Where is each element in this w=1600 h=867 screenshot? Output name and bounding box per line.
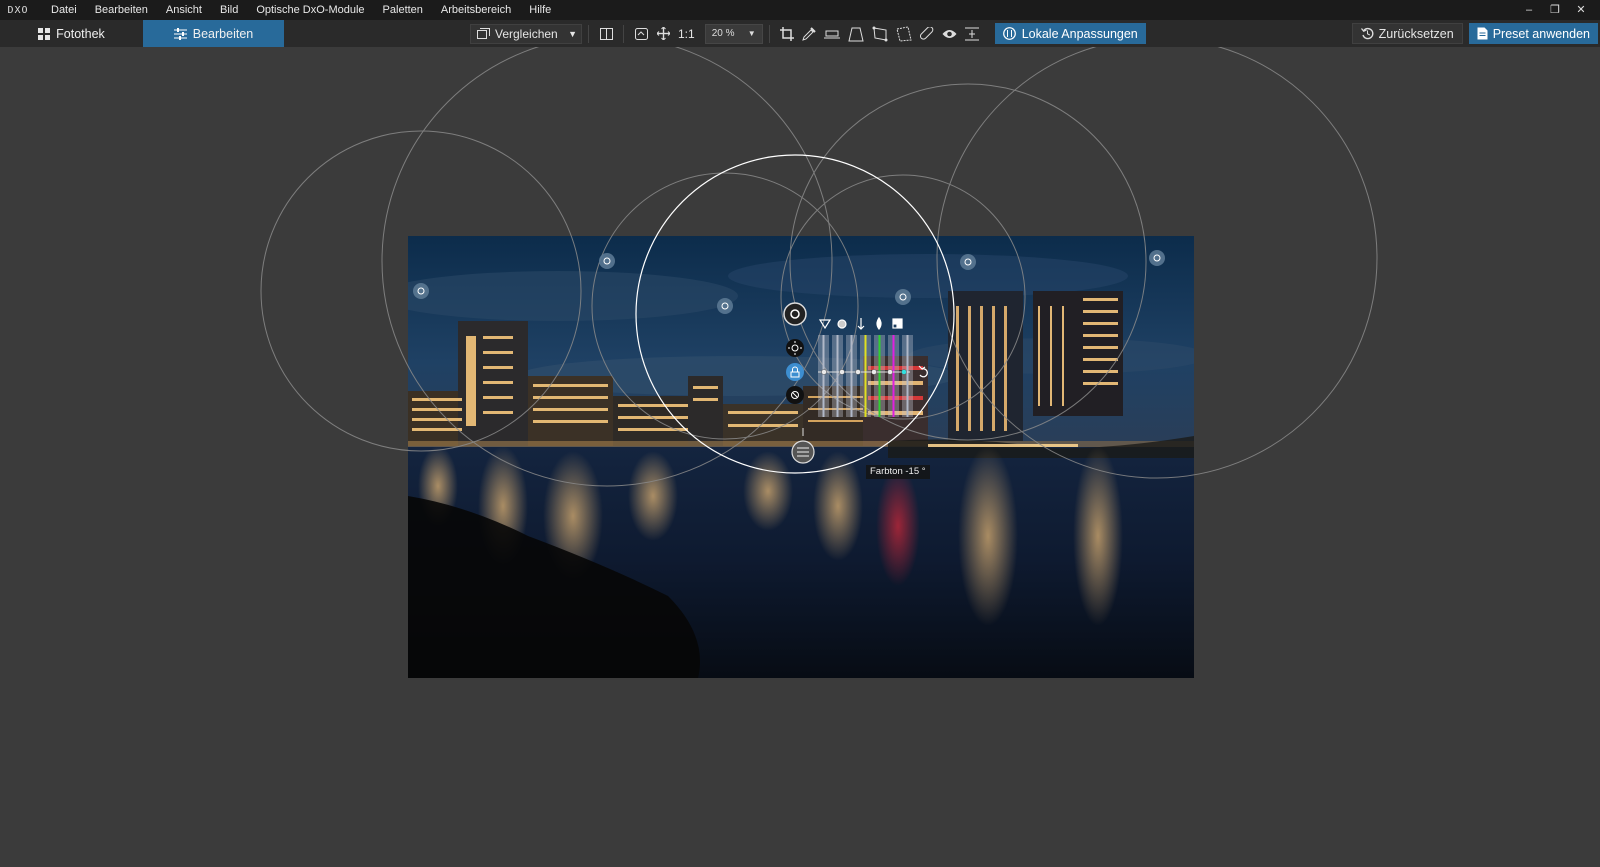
move-icon (656, 27, 670, 40)
eyedropper-tool-button[interactable] (798, 24, 820, 44)
zoom-value: 20 % (711, 28, 735, 39)
document-icon (1477, 27, 1488, 40)
local-adjustments-button[interactable]: Lokale Anpassungen (994, 23, 1146, 44)
menu-paletten[interactable]: Paletten (374, 0, 432, 20)
reset-button[interactable]: Zurücksetzen (1351, 23, 1463, 44)
eyedropper-icon (801, 26, 816, 41)
zoom-select[interactable]: 20 % ▼ (704, 23, 763, 44)
menu-bild[interactable]: Bild (211, 0, 247, 20)
grid-icon (38, 27, 51, 40)
local-adjustments-icon (1002, 27, 1016, 40)
apply-preset-button[interactable]: Preset anwenden (1468, 23, 1598, 44)
red-eye-tool-button[interactable] (938, 24, 961, 44)
compare-button[interactable]: Vergleichen ▼ (470, 23, 582, 44)
perspective-rect-icon (872, 26, 888, 41)
split-view-icon (599, 27, 613, 40)
menu-bearbeiten[interactable]: Bearbeiten (86, 0, 157, 20)
crop-tool-button[interactable] (776, 24, 798, 44)
split-view-button[interactable] (595, 24, 617, 44)
menu-optische-module[interactable]: Optische DxO-Module (247, 0, 373, 20)
horizon-icon (823, 30, 840, 38)
repair-tool-button[interactable] (916, 24, 938, 44)
crop-icon (779, 26, 794, 41)
tool-strip: Vergleichen ▼ 1:1 20 % ▼ Lokale Anpassun… (470, 20, 1146, 47)
pan-button[interactable] (652, 24, 674, 44)
tab-fotothek[interactable]: Fotothek (0, 20, 143, 47)
restore-button[interactable]: ❐ (1542, 0, 1568, 20)
separator (623, 24, 624, 43)
reset-label: Zurücksetzen (1378, 26, 1454, 41)
menu-bar: DXO Datei Bearbeiten Ansicht Bild Optisc… (0, 0, 1600, 20)
chevron-down-icon: ▼ (568, 28, 577, 39)
dxo-logo: DXO (7, 4, 29, 16)
separator (588, 24, 589, 43)
tab-fotothek-label: Fotothek (56, 26, 105, 41)
hue-tooltip: Farbton -15 ° (866, 465, 930, 479)
minimize-button[interactable]: – (1516, 0, 1542, 20)
close-button[interactable]: ✕ (1568, 0, 1594, 20)
local-adjustments-label: Lokale Anpassungen (1021, 26, 1138, 41)
zoom-100-button[interactable]: 1:1 (674, 24, 699, 44)
menu-ansicht[interactable]: Ansicht (157, 0, 211, 20)
menu-arbeitsbereich[interactable]: Arbeitsbereich (432, 0, 520, 20)
toolbar: Fotothek Bearbeiten Vergleichen ▼ 1:1 20… (0, 20, 1600, 47)
tab-bearbeiten[interactable]: Bearbeiten (143, 20, 284, 47)
fit-screen-button[interactable] (630, 24, 652, 44)
fit-screen-icon (634, 27, 648, 40)
perspective-rect-tool-button[interactable] (868, 24, 892, 44)
sliders-icon (173, 27, 187, 40)
window-controls: – ❐ ✕ (1516, 0, 1594, 20)
perspective-poly-icon (896, 25, 912, 42)
eye-icon (942, 29, 957, 38)
perspective-tool-button[interactable] (844, 24, 868, 44)
history-icon (1360, 27, 1374, 40)
separator (768, 24, 770, 43)
toolbar-right: Zurücksetzen Preset anwenden (1351, 20, 1600, 47)
levels-icon (964, 27, 979, 40)
bandage-icon (919, 26, 934, 40)
chevron-down-icon: ▼ (747, 29, 756, 38)
perspective-poly-tool-button[interactable] (892, 24, 916, 44)
white-balance-tool-button[interactable] (961, 24, 983, 44)
perspective-icon (848, 27, 864, 41)
tab-bearbeiten-label: Bearbeiten (192, 26, 254, 41)
apply-preset-label: Preset anwenden (1492, 26, 1590, 41)
night-city-photo (408, 236, 1194, 678)
menu-datei[interactable]: Datei (42, 0, 86, 20)
menu-hilfe[interactable]: Hilfe (520, 0, 560, 20)
compare-icon (477, 28, 490, 39)
image-canvas[interactable]: Farbton -15 ° (0, 47, 1600, 867)
horizon-tool-button[interactable] (820, 24, 844, 44)
compare-label: Vergleichen (495, 26, 558, 41)
photo-preview[interactable] (408, 236, 1194, 678)
